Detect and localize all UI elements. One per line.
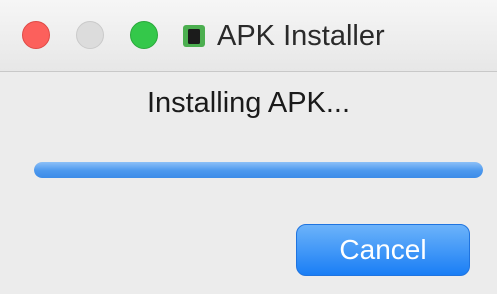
window-title: APK Installer	[217, 20, 385, 52]
android-app-icon	[183, 25, 205, 47]
close-window-button[interactable]	[22, 21, 50, 49]
installer-window: APK Installer Installing APK... Cancel	[0, 0, 497, 307]
title-bar[interactable]: APK Installer	[0, 0, 497, 72]
zoom-window-button[interactable]	[130, 21, 158, 49]
window-bottom-edge	[0, 294, 497, 307]
progress-fill	[34, 162, 483, 178]
status-text: Installing APK...	[146, 87, 351, 119]
progress-bar	[34, 162, 483, 178]
minimize-window-button[interactable]	[76, 21, 104, 49]
cancel-button[interactable]: Cancel	[296, 224, 470, 276]
dialog-content: Installing APK... Cancel	[0, 72, 497, 294]
